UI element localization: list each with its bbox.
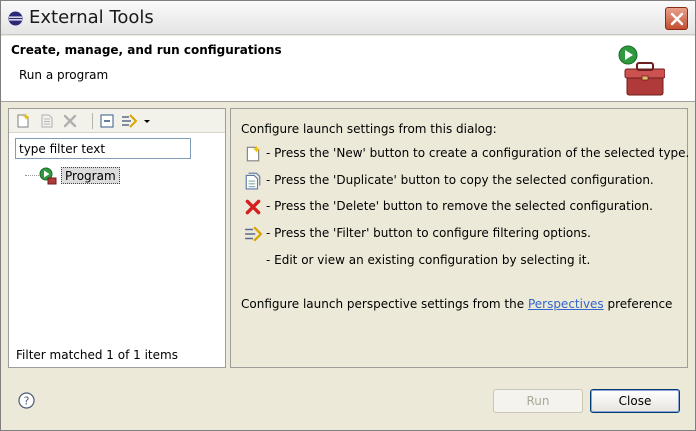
configuration-tree-panel: Program Filter matched 1 of 1 items — [8, 108, 226, 368]
filter-icon[interactable] — [121, 113, 137, 129]
header-title: Create, manage, and run configurations — [11, 43, 282, 57]
help-text-delete: - Press the 'Delete' button to remove th… — [266, 199, 653, 213]
delete-icon — [245, 199, 261, 215]
delete-icon[interactable] — [62, 113, 78, 129]
close-button[interactable]: Close — [590, 389, 680, 413]
header-subtitle: Run a program — [19, 68, 109, 82]
dialog-header: Create, manage, and run configurations R… — [1, 36, 695, 102]
window-title: External Tools — [29, 7, 154, 28]
close-icon — [670, 12, 684, 26]
help-icon[interactable]: ? — [18, 392, 35, 409]
chevron-down-icon[interactable] — [139, 113, 155, 129]
perspectives-link[interactable]: Perspectives — [528, 297, 604, 311]
help-text-new: - Press the 'New' button to create a con… — [266, 146, 690, 160]
intro-text: Configure launch settings from this dial… — [241, 122, 497, 136]
filter-icon — [245, 226, 262, 242]
help-text-edit: - Edit or view an existing configuration… — [266, 253, 591, 267]
tree-item-program[interactable]: Program — [61, 167, 120, 184]
help-text-filter: - Press the 'Filter' button to configure… — [266, 226, 591, 240]
new-config-icon[interactable] — [15, 113, 31, 129]
perspective-text-before: Configure launch perspective settings fr… — [241, 297, 528, 311]
filter-input[interactable] — [15, 138, 191, 159]
eclipse-icon — [8, 11, 23, 26]
config-toolbar — [9, 109, 225, 133]
duplicate-icon — [245, 172, 261, 190]
new-config-icon — [246, 145, 261, 162]
perspective-text-after: preference — [603, 297, 673, 311]
title-bar[interactable]: External Tools — [1, 1, 695, 35]
duplicate-icon[interactable] — [39, 113, 55, 129]
window-close-button[interactable] — [665, 7, 688, 30]
toolbar-separator — [92, 113, 93, 129]
perspective-text: Configure launch perspective settings fr… — [241, 297, 672, 311]
help-text-duplicate: - Press the 'Duplicate' button to copy t… — [266, 173, 654, 187]
program-icon — [39, 167, 57, 185]
collapse-all-icon[interactable] — [99, 113, 115, 129]
svg-text:?: ? — [24, 395, 30, 408]
external-tools-dialog: External Tools Create, manage, and run c… — [0, 0, 696, 431]
toolbox-icon — [618, 45, 665, 96]
tree-connector — [25, 175, 39, 176]
run-button[interactable]: Run — [493, 389, 583, 413]
launch-settings-panel: Configure launch settings from this dial… — [230, 108, 690, 368]
filter-status: Filter matched 1 of 1 items — [16, 348, 178, 362]
